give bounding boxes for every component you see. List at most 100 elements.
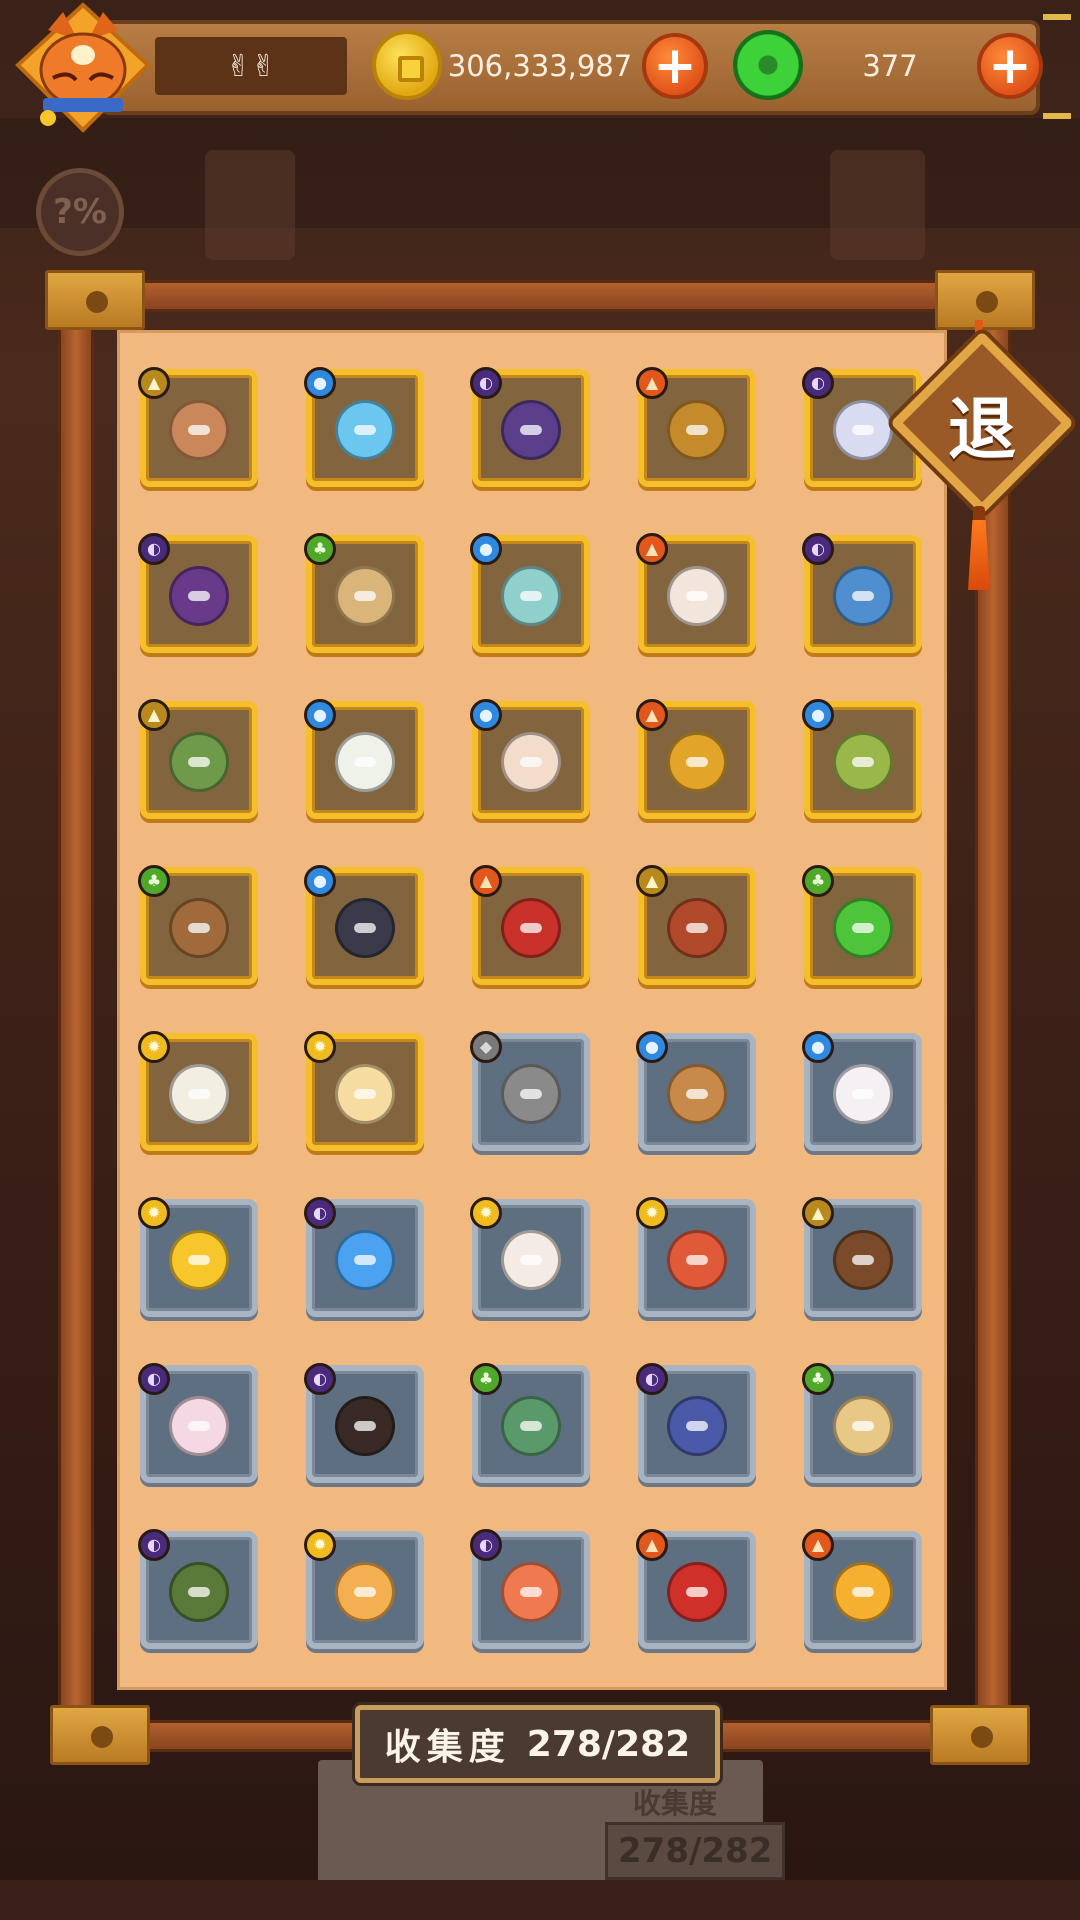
hooded-icon: [833, 1230, 893, 1291]
crystal-ball-icon: [833, 1396, 893, 1457]
frame-bracket-bottom-left: [50, 1705, 150, 1765]
egg-item[interactable]: ✹: [304, 1031, 424, 1151]
vase-icon: [501, 566, 561, 627]
cat-item[interactable]: ▲: [636, 533, 756, 653]
background-floor: [0, 1880, 1080, 1920]
frame-left-post: [58, 270, 94, 1720]
water-element-icon: ●: [304, 699, 336, 731]
reindeer-icon: [501, 1230, 561, 1291]
chopsticks-icon: [169, 1562, 229, 1623]
fire-element-icon: ▲: [470, 865, 502, 897]
leaf-item[interactable]: ▲: [636, 699, 756, 819]
cake-icon: [169, 400, 229, 461]
fire-element-icon: ▲: [636, 699, 668, 731]
stone-item[interactable]: ◆: [470, 1031, 590, 1151]
helicopter-chick-item[interactable]: ▲: [802, 1529, 922, 1649]
hud-corner-decoration: [1043, 14, 1071, 119]
fish-item[interactable]: ♣: [470, 1363, 590, 1483]
slime-green-item[interactable]: ♣: [802, 865, 922, 985]
light-element-icon: ✹: [138, 1197, 170, 1229]
dark-element-icon: ◐: [138, 1363, 170, 1395]
frame-bracket-bottom-right: [930, 1705, 1030, 1765]
light-element-icon: ✹: [470, 1197, 502, 1229]
dark-element-icon: ◐: [304, 1197, 336, 1229]
dark-element-icon: ◐: [470, 367, 502, 399]
card-icon: [833, 1064, 893, 1125]
slime-blue-icon: [335, 400, 395, 461]
cake-item[interactable]: ▲: [138, 367, 258, 487]
gourd-icon: [169, 898, 229, 959]
sword-item[interactable]: ●: [304, 865, 424, 985]
card-pack-icon: [667, 1396, 727, 1457]
rune-stone-item[interactable]: ●: [636, 1031, 756, 1151]
coin-icon: [372, 30, 442, 100]
pufferfish-item[interactable]: ✹: [304, 1529, 424, 1649]
slime-blue-item[interactable]: ●: [304, 367, 424, 487]
star-icon: [169, 1230, 229, 1291]
lotus-item[interactable]: ●: [470, 699, 590, 819]
water-element-icon: ●: [802, 1031, 834, 1063]
bone-icon: [169, 1396, 229, 1457]
gourd-item[interactable]: ♣: [138, 865, 258, 985]
add-coins-button[interactable]: +: [642, 33, 708, 99]
water-element-icon: ●: [304, 367, 336, 399]
scroll-baby-icon: [335, 566, 395, 627]
feather-item[interactable]: ✹: [138, 1031, 258, 1151]
rice-ball-icon: [833, 400, 893, 461]
tea-packet-icon: [169, 732, 229, 793]
add-gems-button[interactable]: +: [977, 33, 1043, 99]
crow-icon: [169, 566, 229, 627]
white-flower-item[interactable]: ●: [304, 699, 424, 819]
sushi-item[interactable]: ◐: [470, 1529, 590, 1649]
ninja-item[interactable]: ◐: [470, 367, 590, 487]
hooded-item[interactable]: ▲: [802, 1197, 922, 1317]
bamboo-item[interactable]: ●: [802, 699, 922, 819]
nature-element-icon: ♣: [138, 865, 170, 897]
snowflake-item[interactable]: ◐: [304, 1197, 424, 1317]
leaf-icon: [667, 732, 727, 793]
nature-element-icon: ♣: [802, 1363, 834, 1395]
crystal-ball-item[interactable]: ♣: [802, 1363, 922, 1483]
lantern-icon: [667, 1562, 727, 1623]
fox-avatar-icon[interactable]: [8, 0, 158, 140]
frame-top-rail: [80, 280, 995, 312]
background-heart-card: [830, 150, 925, 260]
reindeer-item[interactable]: ✹: [470, 1197, 590, 1317]
dark-element-icon: ◐: [802, 533, 834, 565]
scroll-baby-item[interactable]: ♣: [304, 533, 424, 653]
chopsticks-item[interactable]: ◐: [138, 1529, 258, 1649]
lantern-item[interactable]: ▲: [636, 1529, 756, 1649]
vase-item[interactable]: ●: [470, 533, 590, 653]
nature-element-icon: ♣: [304, 533, 336, 565]
hook-item[interactable]: ▲: [636, 367, 756, 487]
ninja-icon: [501, 400, 561, 461]
nature-element-icon: ♣: [470, 1363, 502, 1395]
collection-scroll-panel[interactable]: ▲ ● ◐ ▲ ◐ ◐ ♣ ● ▲ ◐ ▲ ● ● ▲ ● ♣ ● ▲ ▲ ♣ ✹ ✹ ◆ ● ● ✹ ◐ ✹ ✹ ▲ ◐ ◐ ♣ ◐ ♣ ◐ ✹ ◐ ▲ ▲: [117, 330, 947, 1690]
helicopter-chick-icon: [833, 1562, 893, 1623]
exit-button[interactable]: 退: [885, 320, 1080, 600]
metal-element-icon: ◆: [470, 1031, 502, 1063]
dark-element-icon: ◐: [636, 1363, 668, 1395]
card-pack-item[interactable]: ◐: [636, 1363, 756, 1483]
crow-item[interactable]: ◐: [138, 533, 258, 653]
blanket-item[interactable]: ✹: [636, 1197, 756, 1317]
frame-bracket-top-left: [45, 270, 145, 330]
exit-label: 退: [947, 389, 1016, 470]
background-discount-icon: ?%: [36, 168, 124, 256]
blanket-icon: [667, 1230, 727, 1291]
star-item[interactable]: ✹: [138, 1197, 258, 1317]
sword-icon: [335, 898, 395, 959]
card-item[interactable]: ●: [802, 1031, 922, 1151]
light-element-icon: ✹: [304, 1031, 336, 1063]
earth-element-icon: ▲: [802, 1197, 834, 1229]
player-name: ✌✌: [155, 37, 347, 95]
scarf-item[interactable]: ▲: [470, 865, 590, 985]
tea-packet-item[interactable]: ▲: [138, 699, 258, 819]
drum-item[interactable]: ▲: [636, 865, 756, 985]
coin-balance: 306,333,987: [447, 49, 633, 83]
bone-item[interactable]: ◐: [138, 1363, 258, 1483]
dark-element-icon: ◐: [802, 367, 834, 399]
cookie-item[interactable]: ◐: [304, 1363, 424, 1483]
egg-icon: [335, 1064, 395, 1125]
lotus-icon: [501, 732, 561, 793]
